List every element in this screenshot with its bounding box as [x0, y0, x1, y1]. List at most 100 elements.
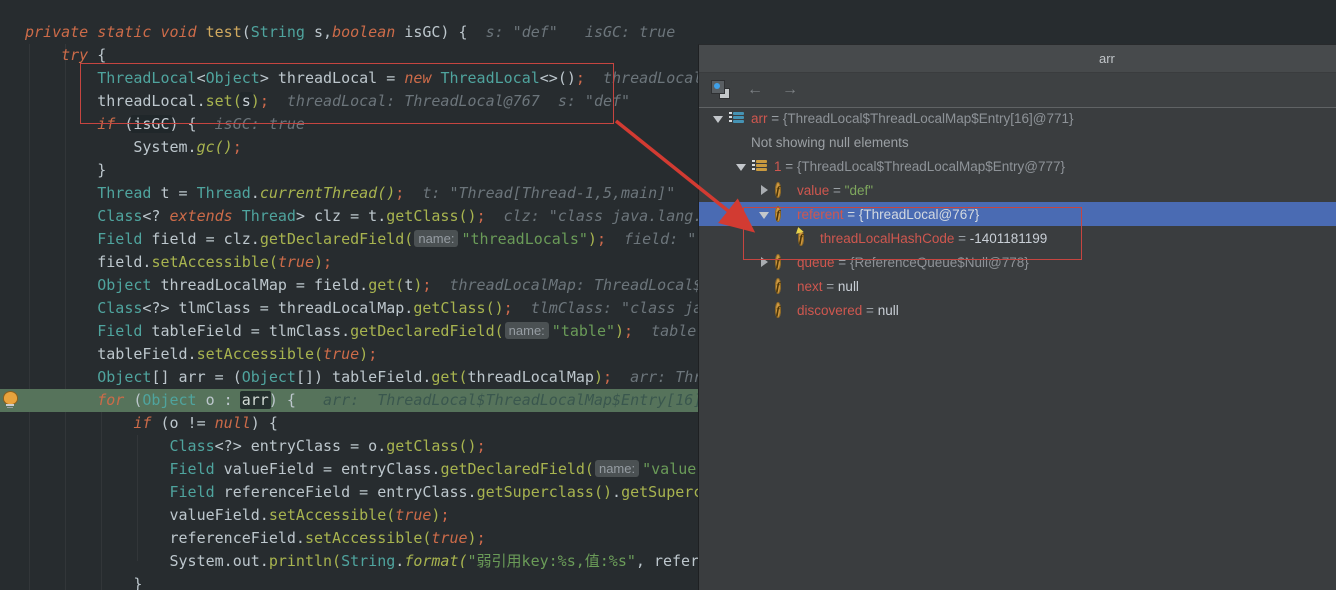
code-token: (): [377, 184, 395, 202]
code-token: s,: [305, 23, 332, 41]
variable-name: discovered: [797, 303, 862, 318]
code-token: .: [251, 184, 260, 202]
chevron-down-icon: [759, 212, 769, 219]
code-token: [25, 414, 133, 432]
equals-sign: =: [844, 207, 859, 222]
list-icon: [752, 158, 768, 175]
code-token: getClass(): [386, 207, 476, 225]
code-token: Field: [170, 460, 215, 478]
equals-sign: =: [829, 183, 844, 198]
code-token: field: ": [606, 230, 696, 248]
code-token: setAccessible(: [269, 506, 395, 524]
forward-arrow-icon[interactable]: →: [782, 80, 798, 100]
tree-row[interactable]: fnext = null: [699, 274, 1336, 298]
code-token: if: [97, 115, 115, 133]
tree-expander-icon[interactable]: [730, 159, 752, 174]
equals-sign: =: [768, 111, 783, 126]
equals-sign: =: [862, 303, 877, 318]
variable-value: null: [878, 303, 899, 318]
code-token: tableField = tlmClass.: [142, 322, 350, 340]
chevron-down-icon: [736, 164, 746, 171]
tree-expander-icon[interactable]: [753, 255, 775, 270]
code-token: [233, 207, 242, 225]
popup-title-bar[interactable]: arr: [699, 45, 1336, 73]
code-token: ;: [477, 529, 486, 547]
intention-bulb-icon[interactable]: [2, 391, 17, 408]
code-token: ThreadLocal: [97, 69, 196, 87]
code-token: new: [404, 69, 431, 87]
code-token: boolean: [332, 23, 395, 41]
tree-expander-icon[interactable]: [753, 183, 775, 198]
code-token: ThreadLocal: [440, 69, 539, 87]
tree-row[interactable]: fqueue = {ReferenceQueue$Null@778}: [699, 250, 1336, 274]
field-icon: f: [775, 302, 791, 318]
code-token: <>(): [540, 69, 576, 87]
code-token: ;: [477, 207, 486, 225]
code-token: true: [323, 345, 359, 363]
code-token: (o !=: [151, 414, 214, 432]
code-line[interactable]: private static void test(String s,boolea…: [25, 21, 1336, 44]
code-token: System.: [25, 138, 197, 156]
code-token: (: [242, 23, 251, 41]
code-token: true: [278, 253, 314, 271]
not-showing-null-note: Not showing null elements: [707, 135, 909, 150]
code-token: [25, 184, 97, 202]
debugger-popup: arr ← → arr = {ThreadLocal$ThreadLocalMa…: [698, 44, 1336, 590]
tree-expander-icon[interactable]: [707, 111, 729, 126]
field-icon: f: [775, 278, 791, 294]
code-token: ;: [576, 69, 585, 87]
variable-name: value: [797, 183, 829, 198]
code-token: "threadLocals": [461, 230, 587, 248]
code-token: arr: Thr: [612, 368, 702, 386]
code-token: .: [395, 552, 404, 570]
code-token: [] arr = (: [151, 368, 241, 386]
tree-row[interactable]: freferent = {ThreadLocal@767}: [699, 202, 1336, 226]
equals-sign: =: [954, 231, 969, 246]
code-token: true: [431, 529, 467, 547]
field-icon-glyph: f: [775, 206, 781, 222]
tree-row[interactable]: arr = {ThreadLocal$ThreadLocalMap$Entry[…: [699, 106, 1336, 130]
code-token: [25, 460, 170, 478]
code-token: ) {: [170, 115, 197, 133]
code-token: [25, 69, 97, 87]
code-token: "value": [642, 460, 705, 478]
code-token: getDeclaredField(: [350, 322, 504, 340]
code-token: test: [206, 23, 242, 41]
code-token: Class: [170, 437, 215, 455]
code-token: getSuperclass(): [477, 483, 612, 501]
code-token: arr: [240, 391, 271, 409]
tree-row[interactable]: f discovered = null: [699, 298, 1336, 322]
code-token: [25, 276, 97, 294]
code-token: [25, 299, 97, 317]
code-token: String: [251, 23, 305, 41]
code-token: extends: [170, 207, 233, 225]
tree-row[interactable]: fvalue = "def": [699, 178, 1336, 202]
code-token: field = clz.: [142, 230, 259, 248]
code-token: <?> tlmClass = threadLocalMap.: [142, 299, 413, 317]
code-token: format(: [404, 552, 467, 570]
back-arrow-icon[interactable]: ←: [747, 80, 763, 100]
code-token: [25, 368, 97, 386]
tree-note-row[interactable]: Not showing null elements: [699, 130, 1336, 154]
tree-expander-icon[interactable]: [753, 207, 775, 222]
code-token: , refer: [636, 552, 699, 570]
equals-sign: =: [823, 279, 838, 294]
tree-row[interactable]: 1 = {ThreadLocal$ThreadLocalMap$Entry@77…: [699, 154, 1336, 178]
tree-row[interactable]: fthreadLocalHashCode = -1401181199: [699, 226, 1336, 250]
bulb-globe: [3, 391, 18, 405]
chevron-right-icon: [761, 257, 768, 267]
inspect-variable-icon[interactable]: [711, 80, 730, 99]
code-token: getDeclaredField(: [260, 230, 414, 248]
code-token: ;: [368, 345, 377, 363]
code-token: []) tableField.: [296, 368, 431, 386]
code-token: [25, 437, 170, 455]
code-token: Object: [142, 391, 196, 409]
field-icon: f: [775, 182, 791, 198]
code-token: Object: [206, 69, 260, 87]
code-token: getClass(): [386, 437, 476, 455]
ide-window: private static void test(String s,boolea…: [0, 0, 1336, 590]
code-token: t: [404, 276, 413, 294]
code-token: Class: [97, 207, 142, 225]
code-token: "弱引用key:%s,值:%s": [468, 552, 636, 570]
code-token: table: [633, 322, 696, 340]
